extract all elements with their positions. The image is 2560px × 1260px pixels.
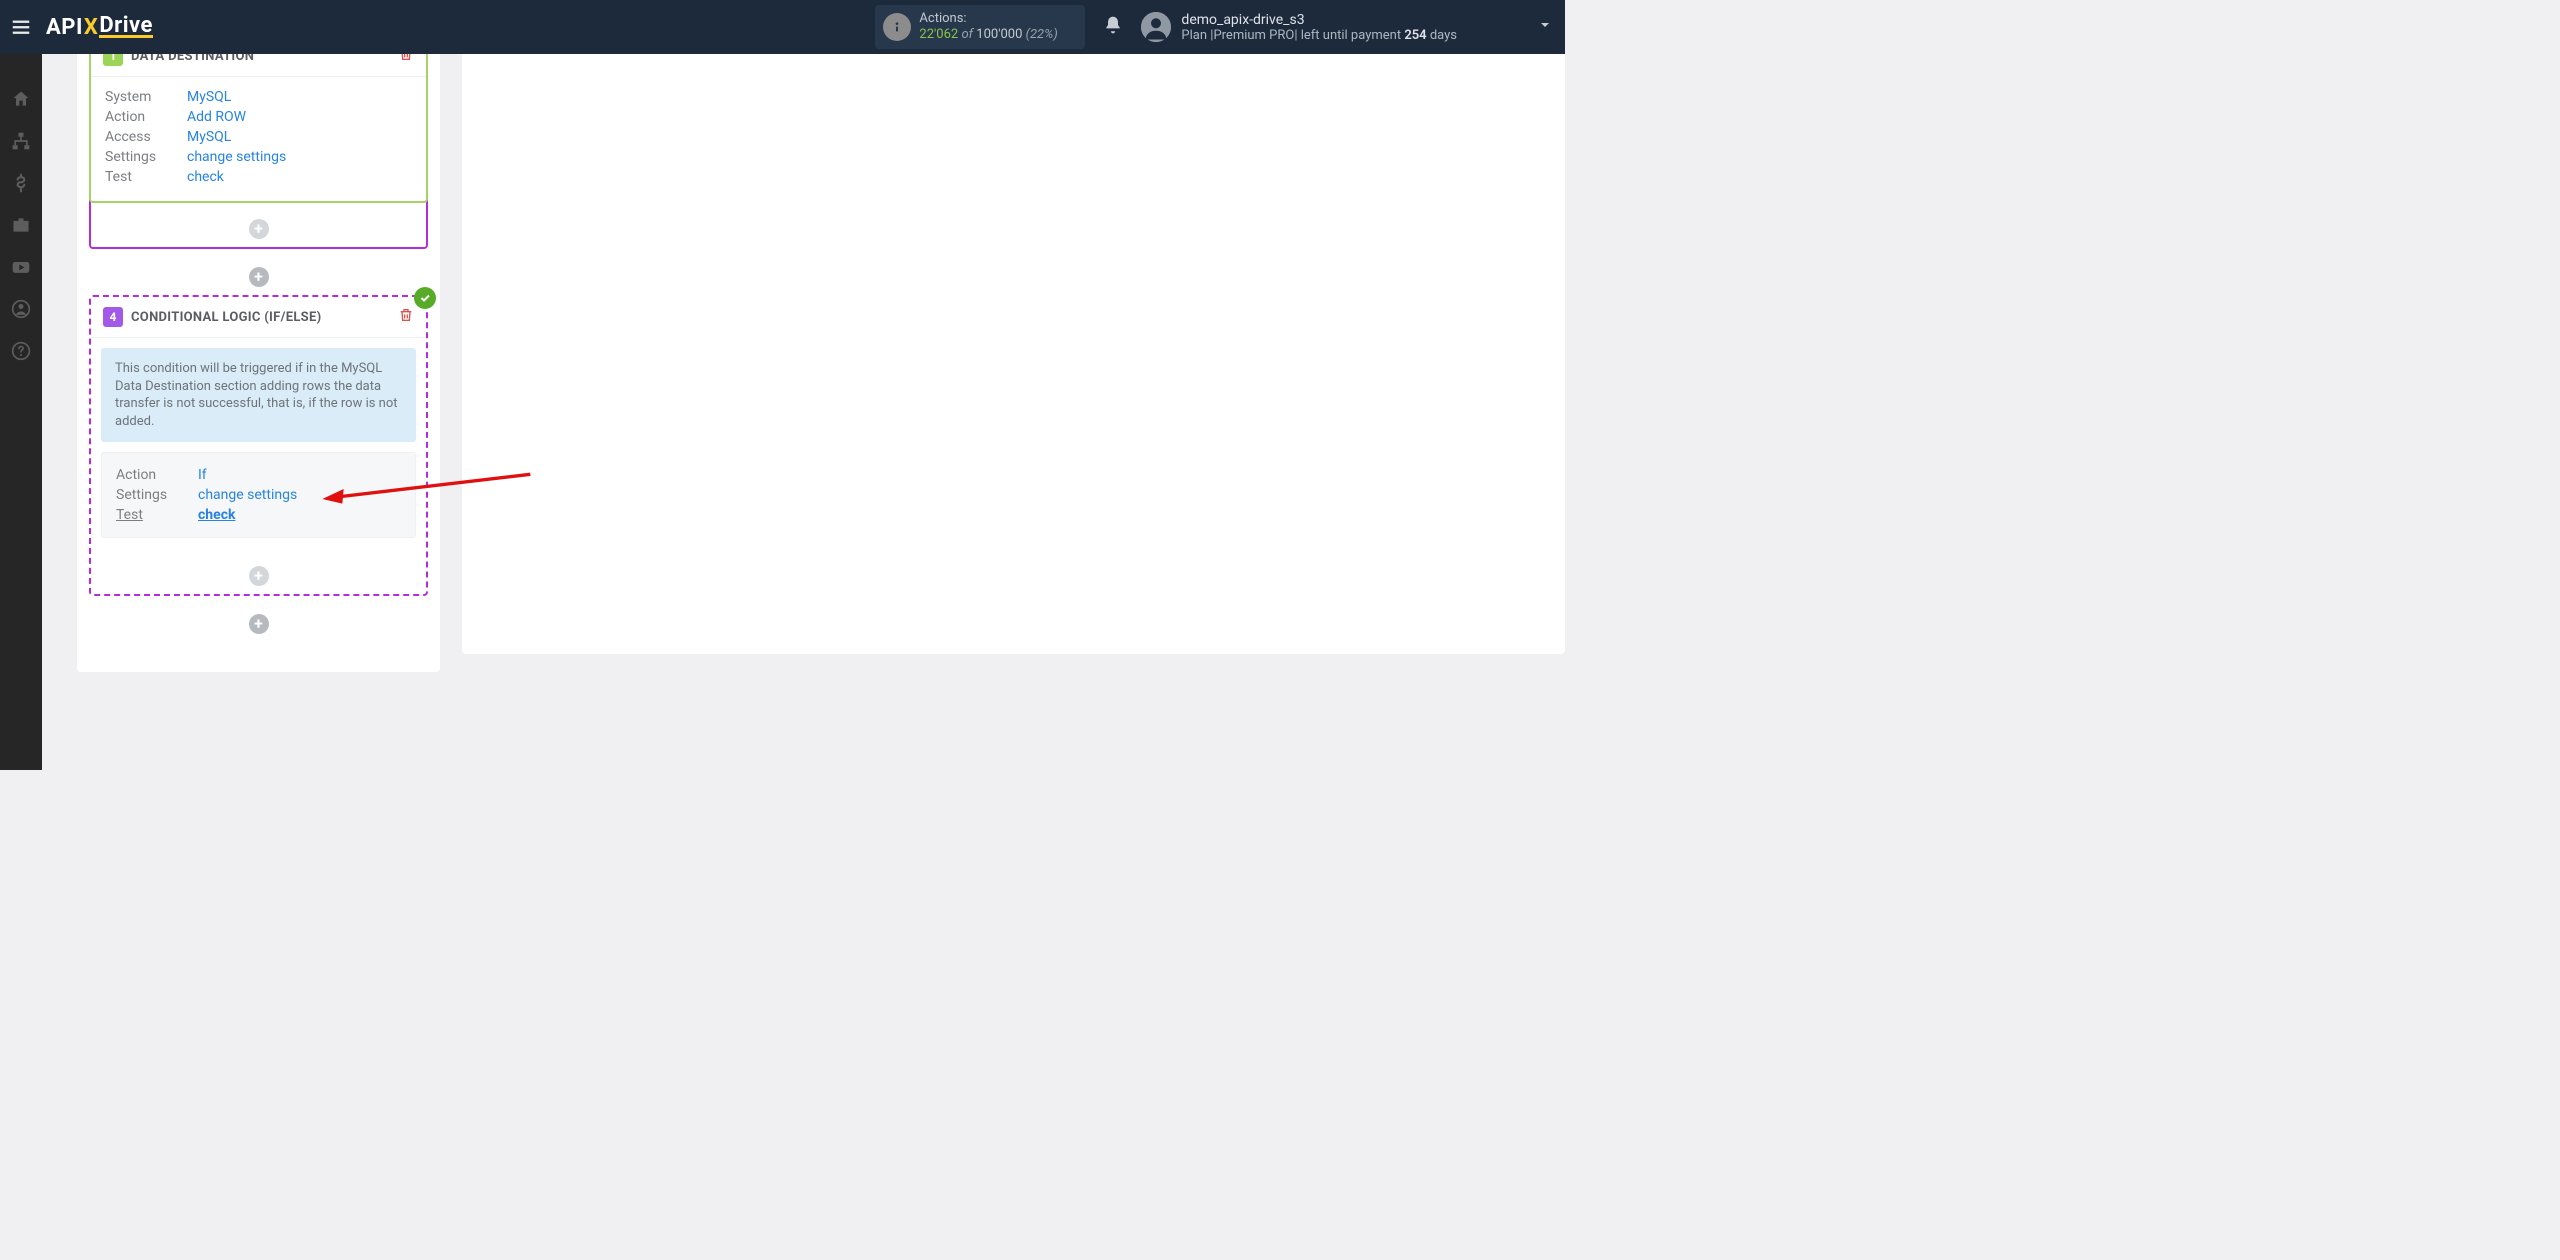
avatar xyxy=(1141,12,1171,42)
data-destination-card: 1 DATA DESTINATION SystemMySQL ActionAdd… xyxy=(89,34,428,203)
header: APIXDrive Actions: 22'062 of 100'000 (22… xyxy=(0,0,1565,54)
bell-icon xyxy=(1103,15,1123,35)
actions-counter[interactable]: Actions: 22'062 of 100'000 (22%) xyxy=(875,5,1085,49)
actions-total: 100'000 xyxy=(976,27,1022,42)
card-body: SystemMySQL ActionAdd ROW AccessMySQL Se… xyxy=(91,77,426,201)
card-header: 4 CONDITIONAL LOGIC (IF/ELSE) xyxy=(91,297,426,338)
link-test[interactable]: check xyxy=(198,507,235,523)
link-action[interactable]: Add ROW xyxy=(187,109,246,125)
logo-x: X xyxy=(84,15,98,40)
actions-text: Actions: 22'062 of 100'000 (22%) xyxy=(919,11,1057,44)
label-action: Action xyxy=(116,467,198,483)
youtube-icon xyxy=(11,257,31,277)
hamburger-button[interactable] xyxy=(0,0,42,54)
sidebar xyxy=(0,54,42,770)
link-settings[interactable]: change settings xyxy=(187,149,286,165)
workflow-column: 1 DATA DESTINATION SystemMySQL ActionAdd… xyxy=(77,34,440,672)
username: demo_apix-drive_s3 xyxy=(1181,12,1457,28)
info-icon xyxy=(883,13,911,41)
label-settings: Settings xyxy=(105,149,187,165)
trash-icon xyxy=(398,307,414,323)
info-box: This condition will be triggered if in t… xyxy=(101,348,416,442)
sidebar-item-toolbox[interactable] xyxy=(0,205,42,245)
logo[interactable]: APIXDrive xyxy=(46,15,153,40)
briefcase-icon xyxy=(11,215,31,235)
chevron-down-icon xyxy=(1537,17,1553,33)
link-system[interactable]: MySQL xyxy=(187,89,231,105)
logo-text-b: Drive xyxy=(99,16,153,39)
sidebar-item-account[interactable] xyxy=(0,289,42,329)
logo-text-a: API xyxy=(46,15,83,40)
add-block-button[interactable]: + xyxy=(249,267,269,287)
sidebar-item-video[interactable] xyxy=(0,247,42,287)
label-access: Access xyxy=(105,129,187,145)
help-icon xyxy=(11,341,31,361)
user-menu[interactable]: demo_apix-drive_s3 Plan |Premium PRO| le… xyxy=(1141,12,1457,43)
label-test: Test xyxy=(105,169,187,185)
user-circle-icon xyxy=(11,299,31,319)
card-number-badge: 4 xyxy=(103,307,123,327)
user-text: demo_apix-drive_s3 Plan |Premium PRO| le… xyxy=(1181,12,1457,43)
plan-line: Plan |Premium PRO| left until payment 25… xyxy=(1181,28,1457,43)
notifications-button[interactable] xyxy=(1103,15,1123,39)
sidebar-item-help[interactable] xyxy=(0,331,42,371)
main-content: 1 DATA DESTINATION SystemMySQL ActionAdd… xyxy=(42,54,1565,770)
conditional-logic-card: 4 CONDITIONAL LOGIC (IF/ELSE) This condi… xyxy=(89,295,428,596)
home-icon xyxy=(11,89,31,109)
card-title: CONDITIONAL LOGIC (IF/ELSE) xyxy=(131,310,398,325)
add-step-button[interactable]: + xyxy=(249,566,269,586)
add-block-row: + xyxy=(89,249,428,295)
actions-used: 22'062 xyxy=(919,27,958,42)
link-settings[interactable]: change settings xyxy=(198,487,297,503)
delete-button[interactable] xyxy=(398,307,414,327)
success-badge xyxy=(414,287,436,309)
sitemap-icon xyxy=(11,131,31,151)
link-action[interactable]: If xyxy=(198,467,207,483)
sidebar-item-billing[interactable] xyxy=(0,163,42,203)
hamburger-icon xyxy=(10,16,32,38)
actions-label: Actions: xyxy=(919,11,1057,27)
detail-panel xyxy=(462,34,1565,654)
link-test[interactable]: check xyxy=(187,169,224,185)
sidebar-item-home[interactable] xyxy=(0,79,42,119)
label-system: System xyxy=(105,89,187,105)
data-destination-card-outer: 1 DATA DESTINATION SystemMySQL ActionAdd… xyxy=(89,34,428,249)
add-step-row: + xyxy=(91,548,426,594)
sidebar-item-connections[interactable] xyxy=(0,121,42,161)
card-body: ActionIf Settingschange settings Testche… xyxy=(101,452,416,538)
add-block-button[interactable]: + xyxy=(249,614,269,634)
check-icon xyxy=(419,292,431,304)
actions-pct: (22%) xyxy=(1026,27,1058,42)
add-step-button[interactable]: + xyxy=(249,219,269,239)
dollar-icon xyxy=(11,173,31,193)
user-menu-toggle[interactable] xyxy=(1537,17,1553,37)
actions-of: of xyxy=(961,27,973,42)
add-step-row: + xyxy=(91,201,426,247)
label-action: Action xyxy=(105,109,187,125)
link-access[interactable]: MySQL xyxy=(187,129,231,145)
label-test: Test xyxy=(116,507,198,523)
add-block-row: + xyxy=(89,596,428,642)
label-settings: Settings xyxy=(116,487,198,503)
